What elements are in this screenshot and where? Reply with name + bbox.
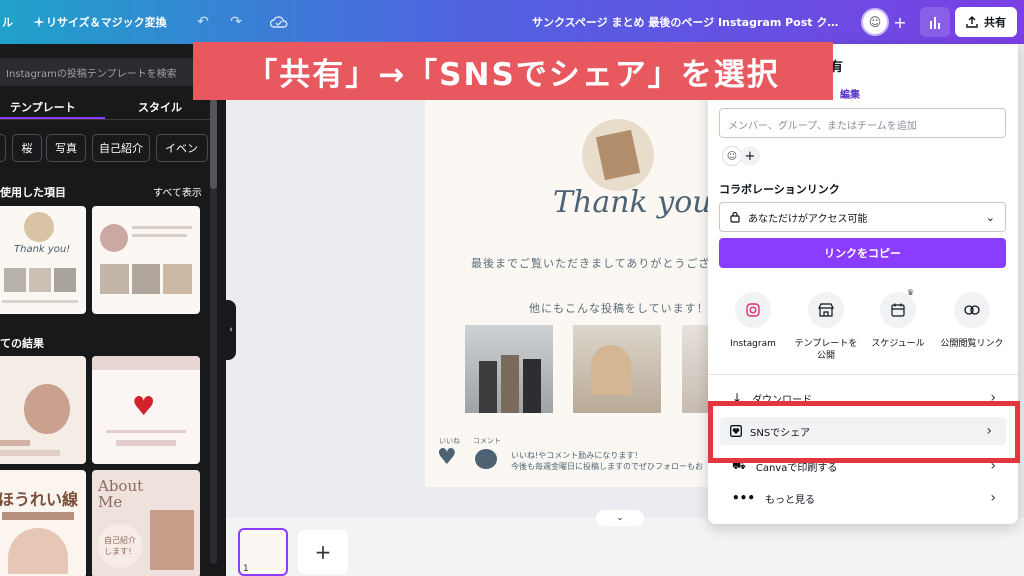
footer-line-2: 今後も毎週金曜日に投稿しますのでぜひフォローもお: [511, 462, 703, 471]
lock-icon: [730, 211, 740, 223]
see-all-link[interactable]: すべて表示: [153, 184, 202, 199]
top-toolbar: ル リサイズ＆マジック変換 ↶ ↷ サンクスページ まとめ 最後のページ Ins…: [0, 0, 1024, 44]
recent-heading: 使用した項目: [0, 186, 66, 199]
chevron-right-icon: ›: [990, 490, 996, 506]
thumb-thank-you-text: Thank you!: [14, 244, 71, 255]
edit-link[interactable]: 編集: [840, 86, 860, 101]
result-template-thumb-4[interactable]: About Me 自己紹介します！: [92, 470, 200, 576]
page-thumbnail[interactable]: 1: [238, 528, 288, 576]
thank-you-script: Thank you!: [553, 185, 724, 220]
upload-icon: [966, 16, 978, 28]
add-member-icon[interactable]: +: [740, 146, 760, 166]
notebook-photo: [582, 119, 654, 191]
tab-templates[interactable]: テンプレート: [10, 99, 76, 115]
store-icon[interactable]: [808, 292, 844, 328]
insights-icon[interactable]: [920, 7, 950, 37]
instagram-icon[interactable]: [735, 292, 771, 328]
page-number: 1: [243, 564, 249, 574]
redo-icon[interactable]: ↷: [225, 11, 247, 33]
menu-fragment[interactable]: ル: [2, 14, 13, 30]
result-template-thumb-3[interactable]: ほうれい線: [0, 470, 86, 576]
recent-template-thumb-1[interactable]: Thank you!: [0, 206, 86, 314]
chip-partial[interactable]: [0, 134, 6, 162]
sidebar-scroll-thumb[interactable]: [210, 99, 217, 189]
calendar-icon[interactable]: [880, 292, 916, 328]
access-level-select[interactable]: あなただけがアクセス可能 ⌄: [719, 202, 1006, 232]
result-template-thumb-1[interactable]: [0, 356, 86, 464]
schedule-label[interactable]: スケジュール: [863, 338, 933, 350]
publish-template-label[interactable]: テンプレートを公開: [791, 338, 861, 362]
invite-people-input[interactable]: メンバー、グループ、またはチームを追加: [719, 108, 1006, 138]
resize-button[interactable]: リサイズ＆マジック変換: [46, 14, 167, 30]
collapse-sidebar-handle[interactable]: ‹: [226, 300, 236, 360]
thumb-about-text: About Me: [98, 477, 144, 511]
template-search-input[interactable]: Instagramの投稿テンプレートを検索: [0, 58, 206, 86]
other-posts-message: 他にもこんな投稿をしています！: [529, 302, 709, 315]
link-icon[interactable]: [954, 292, 990, 328]
undo-icon[interactable]: ↶: [192, 11, 214, 33]
more-label: もっと見る: [765, 494, 816, 506]
member-avatar[interactable]: ☺: [722, 146, 742, 166]
recent-template-thumb-2[interactable]: [92, 206, 200, 314]
sns-share-highlight-box: [708, 401, 1020, 463]
more-row[interactable]: ••• もっと見る ›: [724, 484, 1010, 512]
photo-woman-reading: [573, 325, 661, 413]
chip-self-intro[interactable]: 自己紹介: [92, 134, 150, 162]
tab-styles[interactable]: スタイル: [138, 99, 182, 115]
chip-photo[interactable]: 写真: [46, 134, 86, 162]
crown-icon: ♛: [907, 288, 915, 297]
template-sidebar: Instagramの投稿テンプレートを検索 テンプレート スタイル 桜 写真 自…: [0, 44, 226, 576]
design-page[interactable]: Thank you! 最後までご覧いただきましてありがとうござ 他にもこんな投稿…: [425, 95, 725, 487]
share-label: 共有: [984, 16, 1006, 29]
active-tab-indicator: [0, 117, 105, 119]
add-collaborator-icon[interactable]: +: [889, 11, 911, 33]
thumb-intro-text: 自己紹介します！: [98, 524, 142, 568]
public-link-label[interactable]: 公開閲覧リンク: [937, 338, 1007, 350]
result-template-thumb-2[interactable]: ♥: [92, 356, 200, 464]
heart-icon: ♥: [132, 392, 156, 422]
sidebar-tabs: テンプレート スタイル: [0, 92, 210, 120]
add-page-button[interactable]: +: [298, 530, 348, 574]
collab-link-heading: コラボレーションリンク: [719, 183, 840, 196]
footer-line-1: いいね!やコメント励みになります！: [511, 451, 643, 460]
copy-link-button[interactable]: リンクをコピー: [719, 238, 1006, 268]
photo-women-walking: [465, 325, 553, 413]
instruction-banner: 「共有」→「SNSでシェア」を選択: [193, 42, 833, 100]
access-level-value: あなただけがアクセス可能: [748, 213, 868, 225]
page-strip: 1 + ⌄: [226, 510, 1024, 576]
results-heading: ての結果: [0, 337, 44, 350]
expand-pages-chevron-icon[interactable]: ⌄: [596, 510, 644, 526]
thanks-message: 最後までご覧いただきましてありがとうござ: [471, 257, 711, 270]
like-heart-icon: ♥: [437, 445, 457, 470]
thumb-wrinkle-text: ほうれい線: [0, 490, 79, 509]
comment-label: コメント: [473, 437, 501, 445]
avatar[interactable]: ☺: [861, 8, 889, 36]
chevron-down-icon: ⌄: [985, 210, 995, 224]
share-button[interactable]: 共有: [955, 7, 1017, 37]
cloud-saved-icon[interactable]: [268, 11, 290, 33]
chip-sakura[interactable]: 桜: [12, 134, 42, 162]
more-dots-icon: •••: [732, 491, 756, 505]
chip-event[interactable]: イベン: [156, 134, 208, 162]
instagram-label[interactable]: Instagram: [718, 338, 788, 350]
document-title[interactable]: サンクスページ まとめ 最後のページ Instagram Post クリーム…: [532, 14, 842, 30]
comment-bubble-icon: [475, 449, 497, 469]
divider: [708, 374, 1018, 375]
